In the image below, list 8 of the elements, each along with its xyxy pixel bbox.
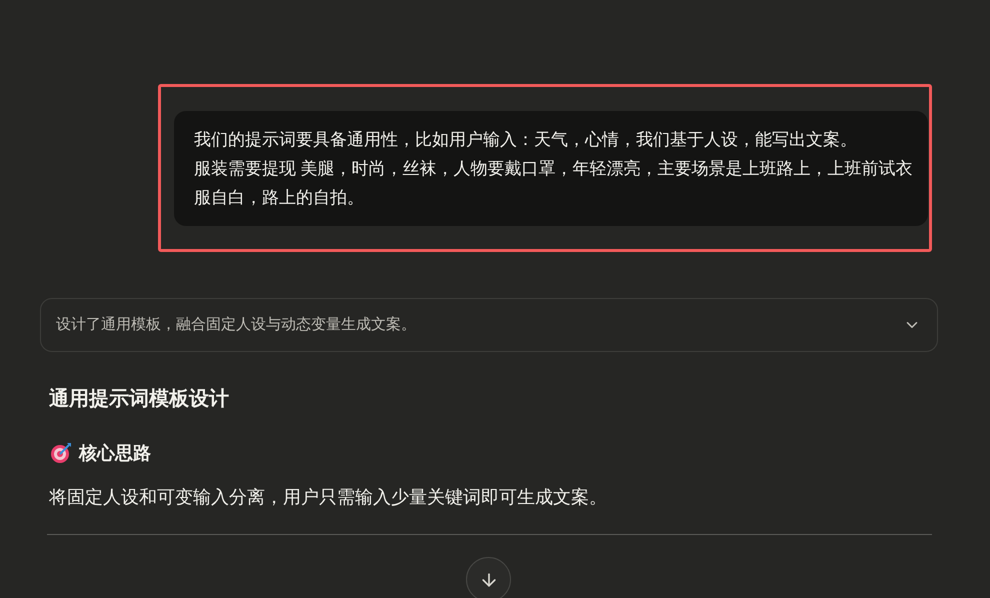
- message-text: 服装需要提现 美腿，时尚，丝袜，人物要戴口罩，年轻漂亮，主要场景是上班路上，上班前试衣服自白，路上的自拍。: [194, 158, 914, 208]
- thinking-summary[interactable]: 设计了通用模板，融合固定人设与动态变量生成文案。: [40, 298, 938, 352]
- message-text: 我们的提示词要具备通用性，比如用户输入：天气，心情，我们基于人设，能写出文案。: [194, 128, 858, 150]
- paragraph-text: 将固定人设和可变输入分离，用户只需输入少量关键词即可生成文案。: [49, 486, 607, 509]
- target-icon: [50, 442, 72, 464]
- section-heading: 通用提示词模板设计: [49, 387, 229, 412]
- scroll-down-button[interactable]: [466, 557, 511, 598]
- subsection-title: 核心思路: [79, 442, 151, 464]
